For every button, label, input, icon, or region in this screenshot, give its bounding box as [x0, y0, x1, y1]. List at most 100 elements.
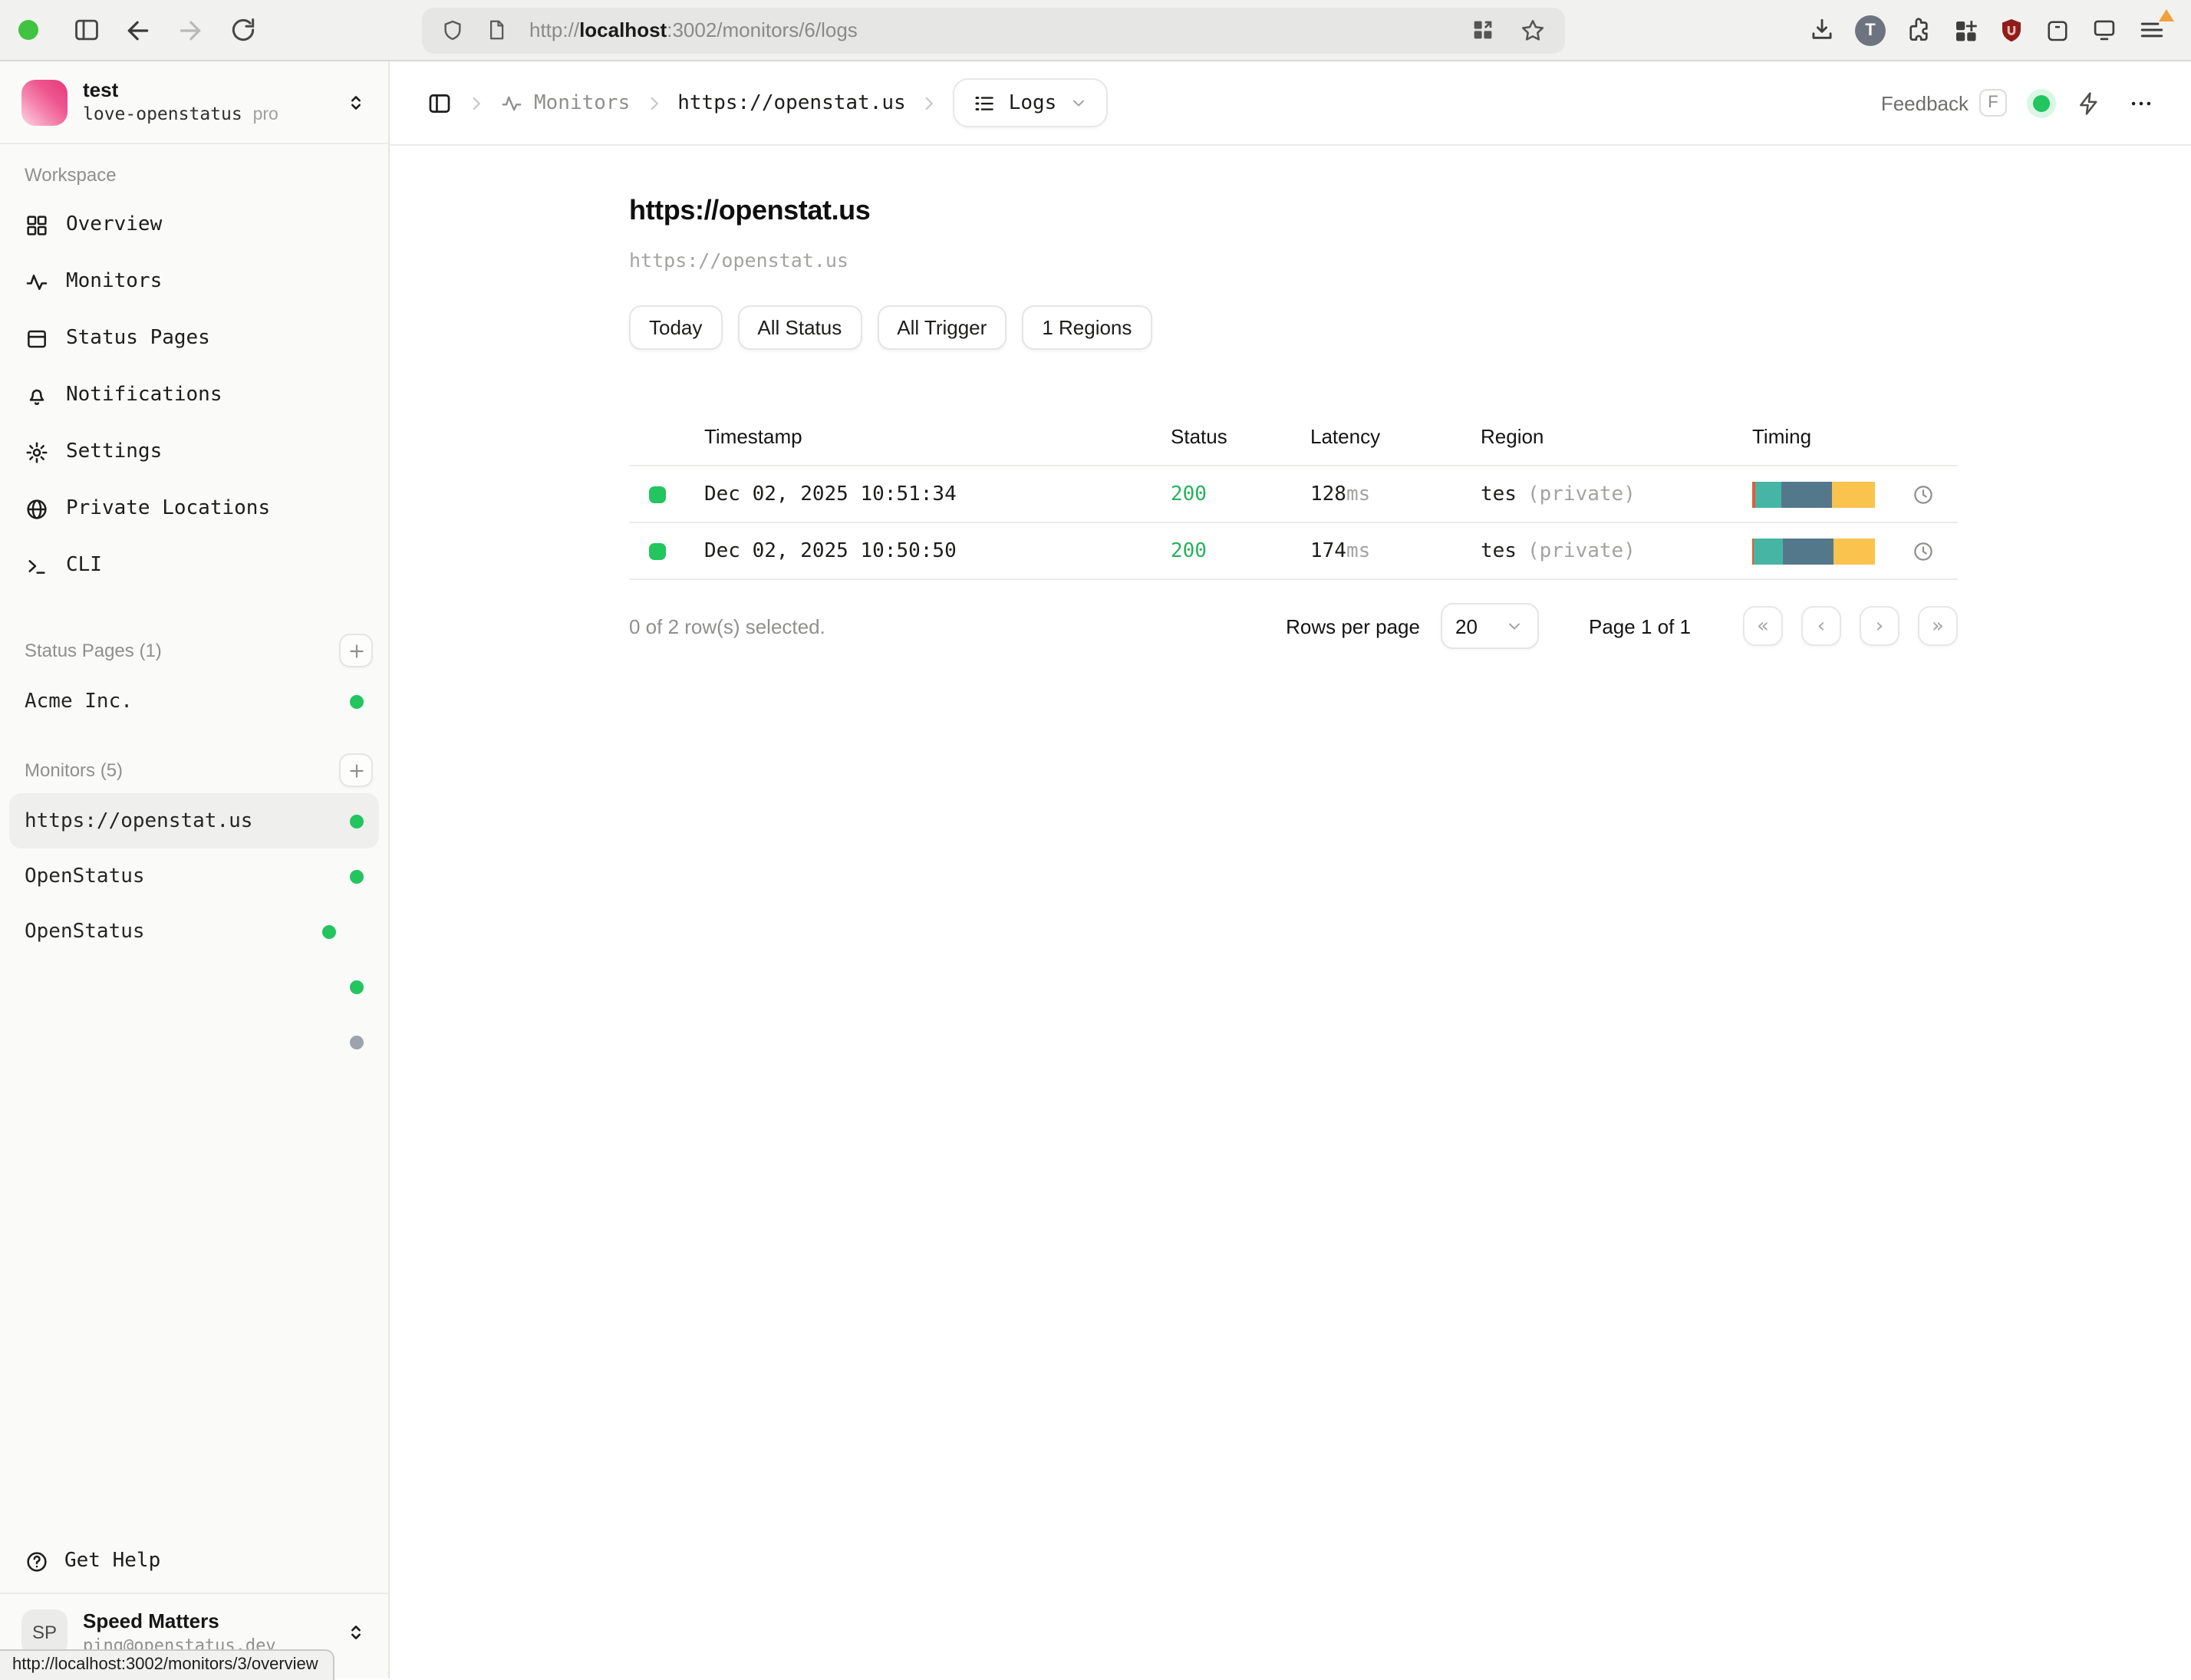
sidebar-item-label: Overview	[66, 213, 162, 236]
col-timing[interactable]: Timing	[1752, 425, 1958, 448]
breadcrumb-monitor-name[interactable]: https://openstat.us	[677, 91, 905, 114]
workspace-plan: pro	[253, 106, 278, 124]
back-icon[interactable]	[112, 7, 164, 53]
shield-icon[interactable]	[440, 18, 465, 42]
sidebar-item-label: Status Pages	[66, 327, 210, 350]
status-page-item[interactable]: Acme Inc.	[9, 674, 379, 729]
sidebar-item-status-pages[interactable]: Status Pages	[0, 310, 388, 367]
table-row[interactable]: Dec 02, 2025 10:50:50 200 174ms tes(priv…	[629, 522, 1958, 578]
monitor-item[interactable]: https://openstat.us	[9, 793, 379, 848]
add-monitor-button[interactable]	[339, 753, 373, 787]
clock-icon[interactable]	[1912, 483, 1935, 506]
chevrons-up-down-icon	[345, 1622, 367, 1644]
sidebar-item-overview[interactable]: Overview	[0, 196, 388, 253]
monitor-item[interactable]	[9, 959, 379, 1014]
sidebar-item-label: Settings	[66, 440, 162, 463]
log-region: tes(private)	[1481, 539, 1752, 562]
bookmark-star-icon[interactable]	[1519, 16, 1547, 44]
activity-icon	[25, 269, 49, 294]
sidebar-item-cli[interactable]: CLI	[0, 537, 388, 594]
first-page-button[interactable]: «	[1743, 606, 1783, 646]
filter-regions[interactable]: 1 Regions	[1022, 305, 1152, 350]
add-status-page-button[interactable]	[339, 634, 373, 667]
col-timestamp[interactable]: Timestamp	[690, 425, 1171, 448]
sidebar-nav: Overview Monitors Status Pages Notificat…	[0, 196, 388, 594]
col-latency[interactable]: Latency	[1310, 425, 1481, 448]
monitor-item[interactable]: OpenStatus	[9, 848, 379, 904]
chevron-down-icon	[1069, 94, 1087, 112]
breadcrumb-monitors[interactable]: Monitors	[500, 91, 630, 114]
gear-icon	[25, 440, 49, 464]
bell-icon	[25, 383, 49, 407]
get-help-link[interactable]: Get Help	[0, 1531, 388, 1593]
monitor-item-label: OpenStatus	[25, 920, 145, 943]
log-timestamp: Dec 02, 2025 10:51:34	[690, 483, 1171, 506]
chevrons-up-down-icon	[345, 91, 367, 113]
sidebar-item-label: Notifications	[66, 384, 222, 407]
panel-top-icon	[25, 326, 49, 351]
sidebar-item-monitors[interactable]: Monitors	[0, 253, 388, 310]
sidebar-item-settings[interactable]: Settings	[0, 423, 388, 480]
sidebar: test love-openstatus pro Workspace Overv…	[0, 61, 390, 1678]
feedback-shortcut-badge: F	[1979, 89, 2007, 117]
zap-icon[interactable]	[2076, 90, 2102, 116]
downloads-icon[interactable]	[1807, 15, 1837, 44]
last-page-button[interactable]: »	[1918, 606, 1958, 646]
extension-t-icon[interactable]: T	[1855, 15, 1886, 45]
filter-date[interactable]: Today	[629, 305, 722, 350]
status-dot	[350, 694, 364, 708]
col-region[interactable]: Region	[1481, 425, 1752, 448]
view-switcher[interactable]: Logs	[954, 78, 1108, 127]
rows-per-page-value: 20	[1455, 614, 1478, 637]
filter-trigger[interactable]: All Trigger	[877, 305, 1007, 350]
sidebar-item-label: CLI	[66, 554, 102, 577]
rows-per-page-select[interactable]: 20	[1440, 603, 1538, 649]
monitor-item[interactable]	[9, 1014, 379, 1069]
next-page-button[interactable]: ›	[1860, 606, 1899, 646]
filter-status[interactable]: All Status	[737, 305, 862, 350]
panel-left-icon[interactable]	[427, 90, 453, 116]
monitors-section-title: Monitors (5)	[25, 759, 123, 781]
timing-bar	[1752, 538, 1875, 564]
user-name: Speed Matters	[83, 1609, 276, 1636]
status-dot	[350, 869, 364, 883]
col-status[interactable]: Status	[1171, 425, 1310, 448]
ublock-icon[interactable]	[1998, 16, 2025, 44]
monitor-item-label: OpenStatus	[25, 865, 145, 888]
status-pages-section-title: Status Pages (1)	[25, 640, 162, 661]
forward-icon[interactable]	[164, 7, 216, 53]
filter-bar: Today All Status All Trigger 1 Regions	[629, 305, 2191, 350]
traffic-light-green[interactable]	[18, 20, 38, 40]
url-bar[interactable]: http://localhost:3002/monitors/6/logs	[422, 7, 1565, 53]
table-row[interactable]: Dec 02, 2025 10:51:34 200 128ms tes(priv…	[629, 465, 1958, 522]
picture-in-picture-icon[interactable]	[1470, 17, 1496, 43]
chevron-right-icon	[466, 93, 486, 113]
clock-icon[interactable]	[1912, 539, 1935, 562]
row-status-square	[649, 542, 666, 559]
extensions-grid-icon[interactable]	[1952, 16, 1979, 44]
sidebar-item-notifications[interactable]: Notifications	[0, 367, 388, 423]
device-icon[interactable]	[2090, 15, 2119, 44]
sidebar-item-private-locations[interactable]: Private Locations	[0, 480, 388, 537]
container-tab-icon[interactable]	[2044, 16, 2071, 44]
monitor-item-label: https://openstat.us	[25, 809, 252, 832]
workspace-slug: love-openstatus pro	[83, 103, 278, 127]
menu-icon[interactable]	[2137, 15, 2166, 44]
feedback-label: Feedback	[1881, 91, 1969, 114]
monitor-item[interactable]: OpenStatus	[9, 904, 379, 959]
extension-puzzle-icon[interactable]	[1904, 15, 1933, 44]
feedback-button[interactable]: Feedback F	[1881, 89, 2007, 117]
status-dot	[350, 980, 364, 993]
more-menu-icon[interactable]	[2128, 90, 2154, 116]
browser-sidebar-toggle-icon[interactable]	[60, 7, 112, 53]
system-status-dot[interactable]	[2033, 94, 2050, 111]
prev-page-button[interactable]: ‹	[1801, 606, 1841, 646]
reload-icon[interactable]	[216, 7, 269, 53]
page-info-icon[interactable]	[485, 18, 508, 42]
get-help-label: Get Help	[64, 1550, 160, 1573]
selected-rows-text: 0 of 2 row(s) selected.	[629, 614, 825, 637]
workspace-switcher[interactable]: test love-openstatus pro	[0, 61, 388, 143]
chevron-right-icon	[920, 93, 940, 113]
monitors-section-header: Monitors (5)	[0, 747, 388, 793]
url-text[interactable]: http://localhost:3002/monitors/6/logs	[529, 18, 858, 41]
